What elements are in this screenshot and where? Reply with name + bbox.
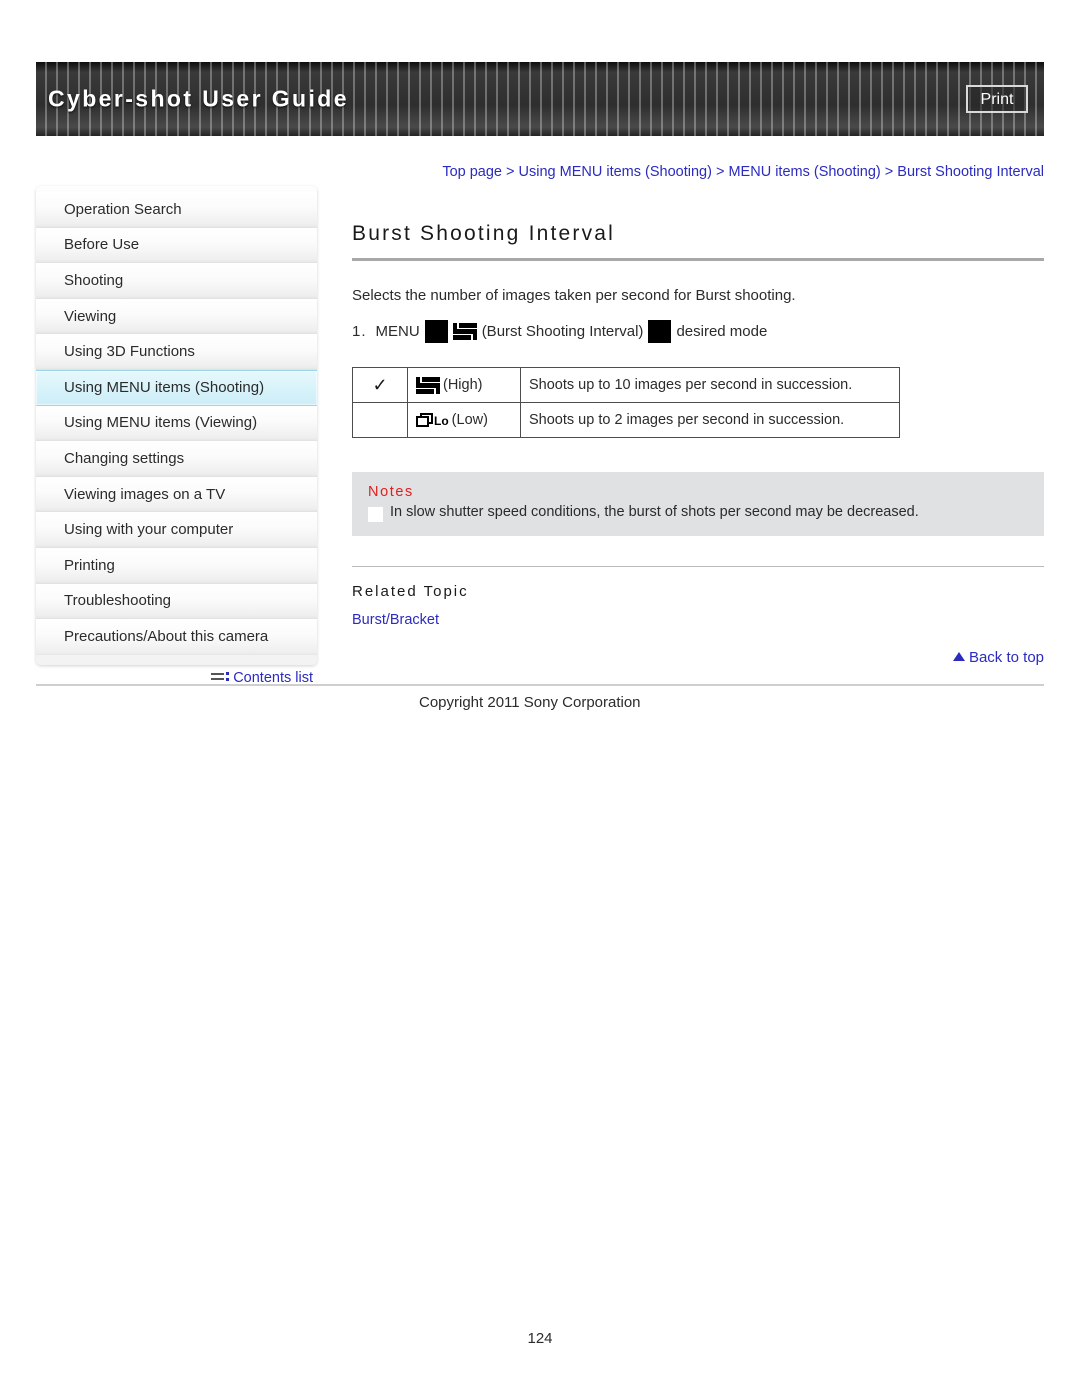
mode-label: (High): [443, 377, 483, 393]
sidebar-item-label: Viewing: [64, 307, 117, 325]
step-icon-label: (Burst Shooting Interval): [481, 323, 644, 340]
breadcrumb-item-menu-items-shooting[interactable]: MENU items (Shooting): [728, 164, 880, 180]
sidebar-item-label: Before Use: [64, 236, 140, 254]
related-topic-title: Related Topic: [352, 583, 469, 600]
sidebar-item-using-menu-items-viewing[interactable]: Using MENU items (Viewing): [36, 405, 317, 442]
arrow-right-icon: [648, 320, 672, 343]
breadcrumb-item-using-menu-items-shooting[interactable]: Using MENU items (Shooting): [519, 164, 712, 180]
intro-text: Selects the number of images taken per s…: [352, 287, 796, 304]
notes-box: Notes In slow shutter speed conditions, …: [352, 472, 1044, 536]
related-topic-divider: [352, 566, 1044, 567]
table-row: ✓ (High) Shoots up to 10 images per seco…: [352, 367, 900, 403]
sidebar-item-label: Troubleshooting: [64, 592, 172, 610]
breadcrumb: Top page > Using MENU items (Shooting) >…: [372, 164, 1044, 180]
sidebar-item-before-use[interactable]: Before Use: [36, 227, 317, 264]
mode-default-check-cell: ✓: [352, 367, 408, 403]
mode-description-cell: Shoots up to 10 images per second in suc…: [520, 367, 900, 403]
sidebar-item-viewing[interactable]: Viewing: [36, 298, 317, 335]
mode-default-check-cell: [352, 402, 408, 438]
burst-low-icon-text: Lo: [434, 413, 449, 428]
mode-label: (Low): [451, 412, 488, 428]
breadcrumb-separator: >: [880, 164, 898, 180]
breadcrumb-separator: >: [711, 164, 729, 180]
site-header: Cyber-shot User Guide Print: [36, 62, 1044, 136]
sidebar-item-label: Printing: [64, 556, 115, 574]
sidebar-item-shooting[interactable]: Shooting: [36, 263, 317, 299]
mode-name-cell: Lo (Low): [407, 402, 521, 438]
sidebar-item-label: Using MENU items (Viewing): [64, 414, 258, 432]
table-row: Lo (Low) Shoots up to 2 images per secon…: [352, 402, 900, 438]
sidebar-nav: Operation Search Before Use Shooting Vie…: [36, 186, 317, 665]
note-item: In slow shutter speed conditions, the bu…: [368, 504, 1028, 522]
step-instruction: 1. MENU (Burst Shooting Interval) desire…: [352, 320, 1044, 343]
breadcrumb-separator: >: [502, 164, 519, 180]
sidebar-item-label: Using 3D Functions: [64, 343, 195, 361]
breadcrumb-item-burst-shooting-interval[interactable]: Burst Shooting Interval: [897, 164, 1044, 180]
sidebar-item-label: Shooting: [64, 271, 124, 289]
step-number: 1.: [352, 323, 367, 340]
sidebar-item-label: Using MENU items (Shooting): [64, 379, 265, 397]
footer-divider: [36, 684, 1044, 686]
sidebar-item-label: Changing settings: [64, 449, 185, 467]
title-divider: [352, 258, 1044, 261]
burst-shooting-interval-icon: [452, 323, 477, 340]
sidebar-item-label: Operation Search: [64, 200, 182, 218]
mode-name-cell: (High): [407, 367, 521, 403]
page-title: Burst Shooting Interval: [352, 222, 616, 245]
step-menu-label: MENU: [375, 323, 420, 340]
page-number: 124: [527, 1330, 553, 1347]
sidebar-item-label: Precautions/About this camera: [64, 628, 269, 646]
note-text: In slow shutter speed conditions, the bu…: [390, 504, 919, 520]
triangle-up-icon: [952, 652, 965, 661]
sidebar-item-using-3d-functions[interactable]: Using 3D Functions: [36, 334, 317, 370]
sidebar-item-operation-search[interactable]: Operation Search: [36, 192, 317, 228]
print-button[interactable]: Print: [966, 85, 1028, 113]
related-topic-link-burst-bracket[interactable]: Burst/Bracket: [352, 612, 439, 628]
site-title: Cyber-shot User Guide: [48, 85, 349, 112]
sidebar-item-using-with-your-computer[interactable]: Using with your computer: [36, 512, 317, 548]
sidebar-item-printing[interactable]: Printing: [36, 547, 317, 584]
burst-low-icon: Lo: [416, 412, 449, 428]
sidebar-item-troubleshooting[interactable]: Troubleshooting: [36, 583, 317, 620]
mode-table: ✓ (High) Shoots up to 10 images per seco…: [352, 367, 900, 438]
mode-description-cell: Shoots up to 2 images per second in succ…: [520, 402, 900, 438]
burst-high-icon: [416, 376, 440, 394]
copyright-text: Copyright 2011 Sony Corporation: [419, 694, 641, 711]
sidebar-item-using-menu-items-shooting[interactable]: Using MENU items (Shooting): [36, 369, 317, 406]
sidebar-item-label: Using with your computer: [64, 521, 234, 539]
breadcrumb-item-top-page[interactable]: Top page: [442, 164, 502, 180]
step-tail-label: desired mode: [676, 323, 768, 340]
back-to-top-label: Back to top: [968, 649, 1044, 666]
main-content: Burst Shooting Interval Selects the numb…: [352, 222, 1044, 666]
notes-title: Notes: [368, 484, 414, 500]
bullet-square-icon: [368, 507, 383, 522]
back-to-top-link[interactable]: Back to top: [352, 649, 1044, 666]
checkmark-icon: ✓: [372, 374, 388, 395]
arrow-right-icon: [424, 320, 448, 343]
sidebar-item-viewing-images-on-a-tv[interactable]: Viewing images on a TV: [36, 476, 317, 513]
sidebar-item-precautions-about-this-camera[interactable]: Precautions/About this camera: [36, 619, 317, 655]
sidebar-item-label: Viewing images on a TV: [64, 485, 226, 503]
sidebar-item-changing-settings[interactable]: Changing settings: [36, 441, 317, 477]
